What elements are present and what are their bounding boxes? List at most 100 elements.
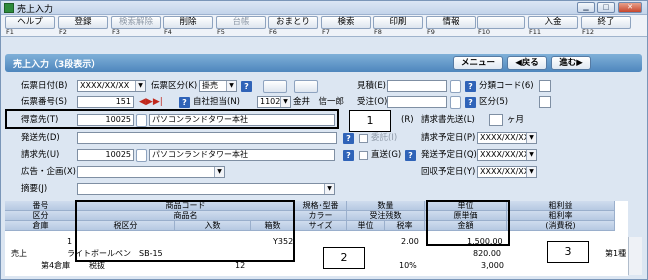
fkey-number: F3 [112, 28, 120, 36]
chevron-down-icon[interactable]: ▼ [324, 184, 334, 194]
back-button[interactable]: ◀戻る [507, 56, 547, 70]
kokoku-field[interactable]: ▼ [77, 166, 225, 178]
help-icon[interactable]: ? [343, 150, 354, 161]
help-icon[interactable]: ? [343, 133, 354, 144]
seikyu-yotei-field[interactable]: XXXX/XX/XX ▼ [477, 132, 537, 144]
app-icon [4, 3, 14, 13]
seikyusho-field[interactable] [489, 114, 503, 126]
fkey-9: 情報 F9 [426, 16, 476, 36]
kubun-label: 伝票区分(K) [151, 81, 198, 91]
kubun-select[interactable]: 掛売 ▼ [199, 80, 237, 92]
mitsumori-dropdown[interactable] [450, 80, 461, 93]
chevron-down-icon[interactable]: ▼ [214, 167, 224, 177]
tax-kubun[interactable]: 税抜 [89, 261, 105, 271]
irisu[interactable]: 12 [235, 261, 245, 271]
help-icon[interactable]: ? [465, 97, 476, 108]
fkey-number: F4 [164, 28, 172, 36]
fkey-10: F10 [477, 16, 525, 36]
chevron-down-icon[interactable]: ▼ [526, 133, 536, 143]
tekiyo-label: 摘要(J) [21, 184, 48, 194]
tax-category: 第1種 [605, 249, 627, 258]
help-icon[interactable]: ? [405, 150, 416, 161]
seikyusaki-dropdown[interactable] [136, 149, 147, 162]
page-title: 売上入力（3段表示） [13, 60, 101, 70]
bunrui-label: 分類コード(6) [479, 81, 534, 91]
kaishu-yotei-field[interactable]: XXXX/XX/XX ▼ [477, 166, 537, 178]
fkey-8: 印刷 F8 [373, 16, 423, 36]
fkey-number: F1 [6, 28, 14, 36]
help-icon[interactable]: ? [179, 97, 190, 108]
grid-header: 粗利益 [507, 201, 615, 211]
callout-box-2 [75, 200, 295, 262]
nav-arrows-icon[interactable]: ◀▶▶| [139, 96, 163, 108]
grid-header: 規格･型番 [295, 201, 347, 211]
jisha-name: 金井 信一郎 [293, 97, 345, 107]
jutyu-field[interactable] [387, 96, 447, 108]
window-title: 売上入力 [17, 5, 54, 15]
fkey-number: F11 [529, 28, 542, 36]
sales-kubun[interactable]: 売上 [11, 249, 27, 259]
callout-box-3 [426, 200, 510, 246]
grid-header: 数量 [347, 201, 425, 211]
seikyu-yotei-label: 請求予定日(P) [421, 133, 476, 143]
fkey-number: F12 [582, 28, 595, 36]
grid-header: 区分 [5, 211, 77, 221]
chokuso-checkbox[interactable] [359, 151, 368, 160]
minimize-button[interactable]: ▁ [577, 2, 595, 13]
hassosaki-field[interactable] [77, 132, 337, 144]
jisha-code-field[interactable]: 1102 ▼ [257, 96, 291, 108]
callout-number-1: 1 [349, 110, 391, 132]
chevron-down-icon[interactable]: ▼ [226, 81, 236, 91]
fkey-5: 台帳 F5 [216, 16, 266, 36]
chevron-down-icon[interactable]: ▼ [280, 97, 290, 107]
tekiyo-field[interactable]: ▼ [77, 183, 335, 195]
date-field[interactable]: XXXX/XX/XX ▼ [77, 80, 146, 92]
bunrui-field[interactable] [539, 80, 551, 92]
fkey-number: F5 [217, 28, 225, 36]
vertical-scrollbar[interactable] [628, 237, 642, 275]
mitsumori-field[interactable] [387, 80, 447, 92]
chevron-down-icon[interactable]: ▼ [526, 167, 536, 177]
denpyo-no-label: 伝票番号(S) [21, 97, 68, 107]
fkey-number: F6 [269, 28, 277, 36]
grid-header: 税率 [385, 221, 425, 231]
fkey-number: F9 [427, 28, 435, 36]
itaku-checkbox[interactable] [359, 134, 368, 143]
grid-header: カラー [295, 211, 347, 221]
fkey-number: F2 [59, 28, 67, 36]
paste-button[interactable] [294, 80, 318, 93]
warehouse[interactable]: 第4倉庫 [41, 261, 70, 271]
chevron-down-icon[interactable]: ▼ [135, 81, 145, 91]
forward-button[interactable]: 進む▶ [551, 56, 591, 70]
jutyu-dropdown[interactable] [450, 96, 461, 109]
maximize-button[interactable]: □ [597, 2, 615, 13]
help-icon[interactable]: ? [241, 81, 252, 92]
hasso-yotei-label: 発送予定日(Q) [421, 150, 477, 160]
menu-button[interactable]: メニュー [453, 56, 503, 70]
grid-header: 倉庫 [5, 221, 77, 231]
kaishu-yotei-label: 回収予定日(Y) [421, 167, 476, 177]
seikyusaki-label: 請求先(U) [21, 150, 60, 160]
fkey-number: F8 [374, 28, 382, 36]
title-bar: 売上入力 ▁ □ ✕ [1, 1, 647, 15]
fkey-6: おまとり F6 [268, 16, 318, 36]
cost-price[interactable]: 820.00 [473, 249, 501, 259]
close-button[interactable]: ✕ [618, 2, 642, 13]
denpyo-no-field[interactable]: 151 [77, 96, 134, 108]
fkey-number: F7 [322, 28, 330, 36]
chokuso-label: 直送(G) [371, 150, 402, 160]
help-icon[interactable]: ? [465, 81, 476, 92]
seikyusho-unit: ヶ月 [507, 115, 525, 125]
grid-header: 番号 [5, 201, 77, 211]
jutyu-label: 受注(O) [357, 97, 388, 107]
seikyusaki-name-field[interactable]: パソコンランドタワー本社 [149, 149, 335, 161]
hasso-yotei-field[interactable]: XXXX/XX/XX ▼ [477, 149, 537, 161]
callout-box-1 [5, 109, 339, 129]
seikyusaki-code-field[interactable]: 10025 [77, 149, 134, 161]
kubun2-field[interactable] [539, 96, 551, 108]
fkey-11: 入金 F11 [528, 16, 578, 36]
amount: 3,000 [481, 261, 504, 270]
chevron-down-icon[interactable]: ▼ [526, 150, 536, 160]
copy-button[interactable] [263, 80, 287, 93]
quantity[interactable]: 2.00 [401, 237, 419, 247]
